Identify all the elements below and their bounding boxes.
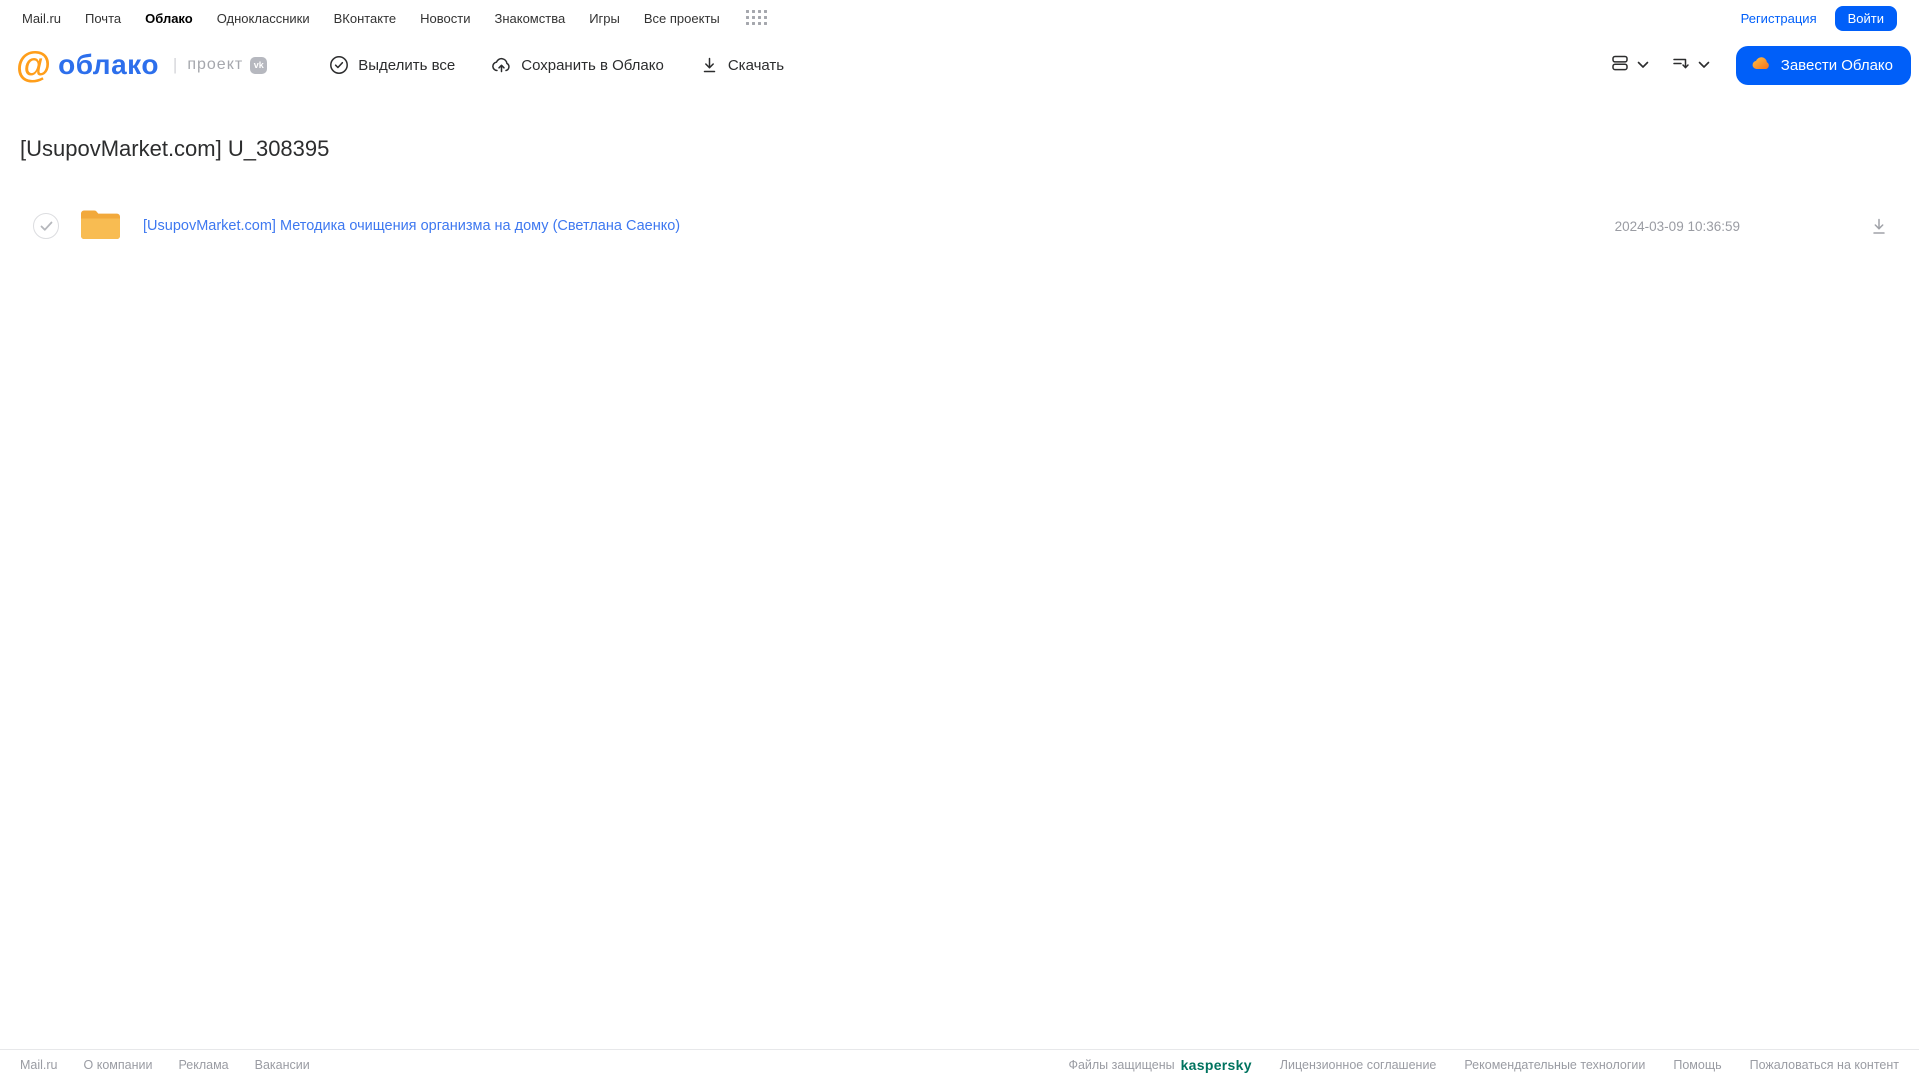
portal-topbar: Mail.ru Почта Облако Одноклассники ВКонт… <box>0 0 1919 36</box>
file-toolbar: Выделить все Сохранить в Облако Скачать <box>329 55 784 75</box>
vk-badge-icon: vk <box>250 56 268 74</box>
nav-all-projects[interactable]: Все проекты <box>644 11 720 26</box>
registration-link[interactable]: Регистрация <box>1741 11 1817 26</box>
login-button[interactable]: Войти <box>1834 5 1897 31</box>
nav-novosti[interactable]: Новости <box>420 11 470 26</box>
auth-area: Регистрация Войти <box>1741 5 1897 31</box>
nav-vkontakte[interactable]: ВКонтакте <box>334 11 397 26</box>
footer-ads-link[interactable]: Реклама <box>178 1058 228 1072</box>
cloud-upload-icon <box>491 55 512 75</box>
list-view-icon <box>1610 53 1630 78</box>
portal-nav: Mail.ru Почта Облако Одноклассники ВКонт… <box>22 10 768 26</box>
page-title: [UsupovMarket.com] U_308395 <box>20 136 330 161</box>
file-date: 2024-03-09 10:36:59 <box>1614 218 1740 234</box>
footer-help-link[interactable]: Помощь <box>1673 1058 1721 1072</box>
protected-text: Файлы защищены <box>1068 1057 1175 1072</box>
cloud-logo-text: облако <box>58 49 159 80</box>
nav-igry[interactable]: Игры <box>589 11 620 26</box>
mailru-at-icon: @ <box>16 44 52 85</box>
project-label: проект <box>187 56 244 73</box>
sort-dropdown[interactable] <box>1671 53 1710 78</box>
footer-left-links: Mail.ru О компании Реклама Вакансии <box>20 1058 310 1072</box>
checkmark-icon <box>40 221 52 231</box>
folder-icon <box>78 205 123 248</box>
save-to-cloud-button[interactable]: Сохранить в Облако <box>491 55 664 75</box>
footer-about-link[interactable]: О компании <box>84 1058 153 1072</box>
nav-pochta[interactable]: Почта <box>85 11 121 26</box>
nav-oblako[interactable]: Облако <box>145 11 193 26</box>
view-mode-dropdown[interactable] <box>1610 53 1649 78</box>
header-right-controls: Завести Облако <box>1610 45 1911 85</box>
kaspersky-protection: Файлы защищены kaspersky <box>1068 1057 1251 1073</box>
chevron-down-icon <box>1637 56 1649 74</box>
logo-divider: | <box>172 55 178 74</box>
nav-odnoklassniki[interactable]: Одноклассники <box>217 11 310 26</box>
orange-cloud-icon <box>1750 52 1772 78</box>
main-content: [UsupovMarket.com] U_308395 [UsupovMarke… <box>0 94 1919 252</box>
download-icon <box>700 55 719 75</box>
apps-grid-icon[interactable] <box>745 10 768 26</box>
select-all-button[interactable]: Выделить все <box>329 55 455 75</box>
footer-jobs-link[interactable]: Вакансии <box>255 1058 310 1072</box>
footer-recommend-tech-link[interactable]: Рекомендательные технологии <box>1464 1058 1645 1072</box>
chevron-down-icon <box>1698 56 1710 74</box>
nav-mailru[interactable]: Mail.ru <box>22 11 61 26</box>
nav-znakomstva[interactable]: Знакомства <box>494 11 565 26</box>
check-circle-icon <box>329 55 349 75</box>
create-cloud-button[interactable]: Завести Облако <box>1735 45 1911 85</box>
cloud-logo[interactable]: @ облако | проект vk <box>16 44 268 85</box>
footer-mailru-link[interactable]: Mail.ru <box>20 1058 58 1072</box>
file-name-link[interactable]: [UsupovMarket.com] Методика очищения орг… <box>143 218 680 234</box>
footer-right-links: Файлы защищены kaspersky Лицензионное со… <box>1068 1057 1899 1073</box>
footer: Mail.ru О компании Реклама Вакансии Файл… <box>0 1049 1919 1079</box>
sort-icon <box>1671 53 1691 78</box>
footer-license-link[interactable]: Лицензионное соглашение <box>1280 1058 1437 1072</box>
footer-report-content-link[interactable]: Пожаловаться на контент <box>1750 1058 1899 1072</box>
file-row[interactable]: [UsupovMarket.com] Методика очищения орг… <box>0 200 1919 252</box>
row-download-icon[interactable] <box>1870 217 1888 236</box>
kaspersky-logo[interactable]: kaspersky <box>1181 1057 1252 1073</box>
row-checkbox[interactable] <box>33 213 59 239</box>
download-button[interactable]: Скачать <box>700 55 784 75</box>
cloud-header: @ облако | проект vk Выделить все Сохран… <box>0 36 1919 94</box>
